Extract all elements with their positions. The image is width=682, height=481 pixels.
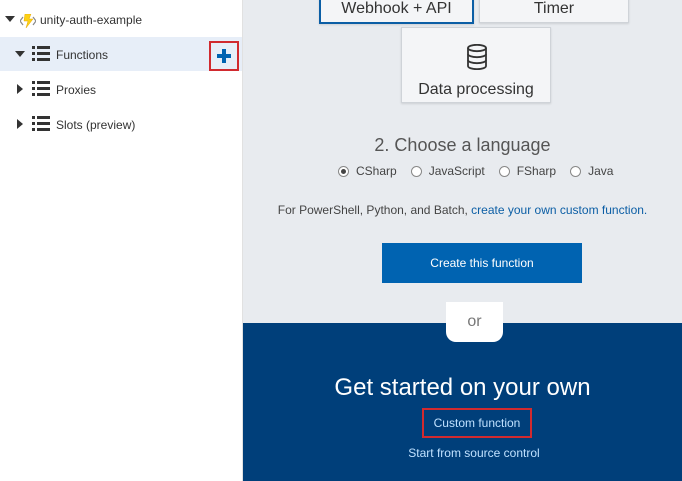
create-function-button[interactable]: Create this function (382, 243, 582, 283)
template-card-label: Data processing (418, 81, 534, 98)
tree-root-label: unity-auth-example (40, 13, 143, 27)
radio-label: Java (588, 164, 614, 178)
function-app-icon (20, 14, 36, 28)
template-card-label: Timer (533, 0, 575, 17)
radio-button[interactable] (570, 165, 582, 177)
template-card-timer[interactable]: Timer (479, 0, 629, 23)
plus-icon (217, 49, 231, 63)
sidebar: unity-auth-example Functions Proxies Slo… (0, 0, 243, 481)
tree-root[interactable]: unity-auth-example (0, 2, 242, 36)
chevron-down-icon[interactable] (5, 16, 15, 22)
radio-label: FSharp (516, 164, 557, 178)
radio-javascript[interactable]: JavaScript (410, 164, 485, 178)
radio-label: JavaScript (428, 164, 485, 178)
language-radio-group: CSharp JavaScript FSharp Java (338, 164, 627, 178)
radio-button[interactable] (410, 165, 422, 177)
sidebar-item-proxies[interactable]: Proxies (0, 72, 242, 106)
language-heading: 2. Choose a language (374, 135, 551, 155)
radio-java[interactable]: Java (570, 164, 613, 178)
sidebar-item-functions[interactable]: Functions (0, 37, 242, 71)
template-card-label: Webhook + API (341, 0, 452, 17)
add-function-button[interactable] (209, 41, 239, 71)
get-started-heading: Get started on your own (334, 374, 591, 401)
create-custom-function-link[interactable]: create your own custom function. (471, 203, 647, 217)
radio-button[interactable] (498, 165, 510, 177)
radio-csharp[interactable]: CSharp (338, 164, 397, 178)
template-card-webhook[interactable]: Webhook + API (319, 0, 474, 24)
custom-note-text: For PowerShell, Python, and Batch, (277, 203, 472, 217)
custom-function-note: For PowerShell, Python, and Batch, creat… (243, 203, 682, 217)
source-control-link[interactable]: Start from source control (243, 446, 682, 460)
chevron-right-icon[interactable] (17, 84, 23, 94)
template-panel: Webhook + API Timer Data processing 2. C… (243, 0, 682, 323)
custom-function-link[interactable]: Custom function (434, 416, 521, 430)
radio-label: CSharp (356, 164, 397, 178)
sidebar-item-label: Proxies (56, 83, 97, 97)
chevron-down-icon[interactable] (15, 51, 25, 57)
list-icon (32, 81, 50, 97)
list-icon (32, 46, 50, 62)
sidebar-item-label: Slots (preview) (56, 118, 136, 132)
or-divider: or (446, 302, 503, 342)
template-card-data-processing[interactable]: Data processing (401, 27, 551, 103)
list-icon (32, 116, 50, 132)
sidebar-item-slots[interactable]: Slots (preview) (0, 107, 242, 141)
sidebar-item-label: Functions (56, 48, 109, 62)
custom-function-highlight[interactable]: Custom function (422, 408, 532, 438)
radio-fsharp[interactable]: FSharp (498, 164, 557, 178)
radio-button[interactable] (338, 165, 349, 177)
database-icon (467, 44, 487, 70)
chevron-right-icon[interactable] (17, 119, 23, 129)
